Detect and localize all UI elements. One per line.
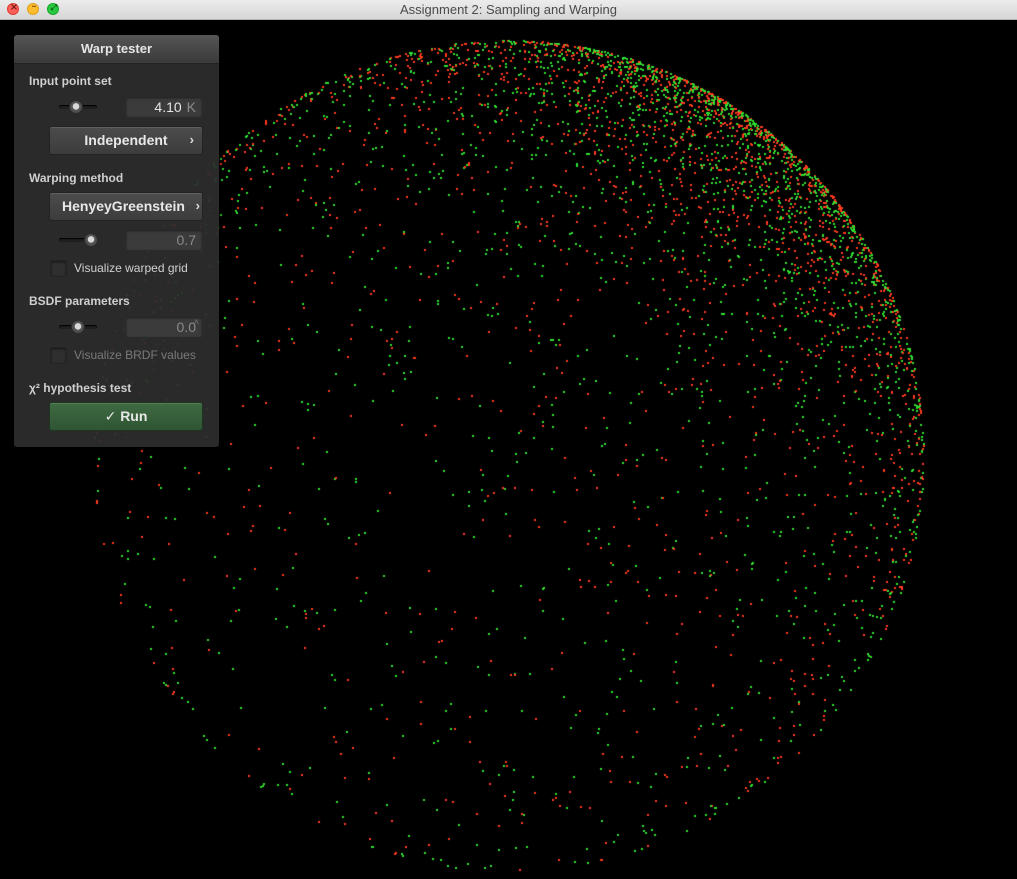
point-count-unit: K — [186, 99, 196, 115]
point-type-dropdown[interactable]: Independent › — [49, 126, 203, 155]
slider-knob[interactable] — [71, 320, 85, 334]
panel-title[interactable]: Warp tester — [14, 35, 219, 64]
warp-parameter-field[interactable]: 0.7 — [125, 229, 203, 251]
point-count-field[interactable]: 4.10 K — [125, 96, 203, 118]
warp-parameter-value: 0.7 — [176, 232, 196, 248]
visualize-warped-grid-checkbox[interactable] — [50, 260, 67, 277]
warping-method-value: HenyeyGreenstein — [62, 198, 185, 214]
point-type-label: Independent — [84, 132, 168, 148]
spin-caret-icon: ˄ — [193, 317, 199, 327]
visualize-warped-grid-row[interactable]: Visualize warped grid — [50, 260, 210, 278]
warping-method-label: Warping method — [29, 171, 124, 185]
warp-parameter-slider[interactable] — [59, 232, 99, 248]
bsdf-parameter-field[interactable]: 0.0 ˄ — [125, 316, 203, 338]
bsdf-parameter-slider[interactable] — [59, 319, 99, 335]
bsdf-parameters-label: BSDF parameters — [29, 294, 130, 308]
visualize-brdf-checkbox[interactable] — [50, 347, 67, 364]
warp-tester-panel: Warp tester Input point set 4.10 K Indepe… — [14, 35, 219, 447]
window-title: Assignment 2: Sampling and Warping — [399, 2, 618, 17]
slider-knob[interactable] — [84, 233, 98, 247]
run-test-button[interactable]: ✓ Run — [49, 402, 203, 431]
visualize-brdf-row[interactable]: Visualize BRDF values — [50, 347, 210, 365]
chevron-right-icon: › — [189, 132, 194, 147]
hypothesis-test-label: χ² hypothesis test — [29, 381, 132, 395]
slider-knob[interactable] — [69, 100, 83, 114]
visualize-warped-grid-label: Visualize warped grid — [74, 261, 188, 275]
chevron-right-icon: › — [195, 198, 200, 213]
point-count-slider[interactable] — [59, 99, 99, 115]
warping-method-dropdown[interactable]: HenyeyGreenstein › — [49, 192, 203, 221]
visualize-brdf-label: Visualize BRDF values — [74, 348, 196, 362]
input-point-set-label: Input point set — [29, 74, 112, 88]
point-count-value: 4.10 — [154, 99, 182, 115]
title-bar: × – ⤢ Assignment 2: Sampling and Warping — [0, 0, 1017, 20]
run-button-label: ✓ Run — [104, 408, 148, 424]
